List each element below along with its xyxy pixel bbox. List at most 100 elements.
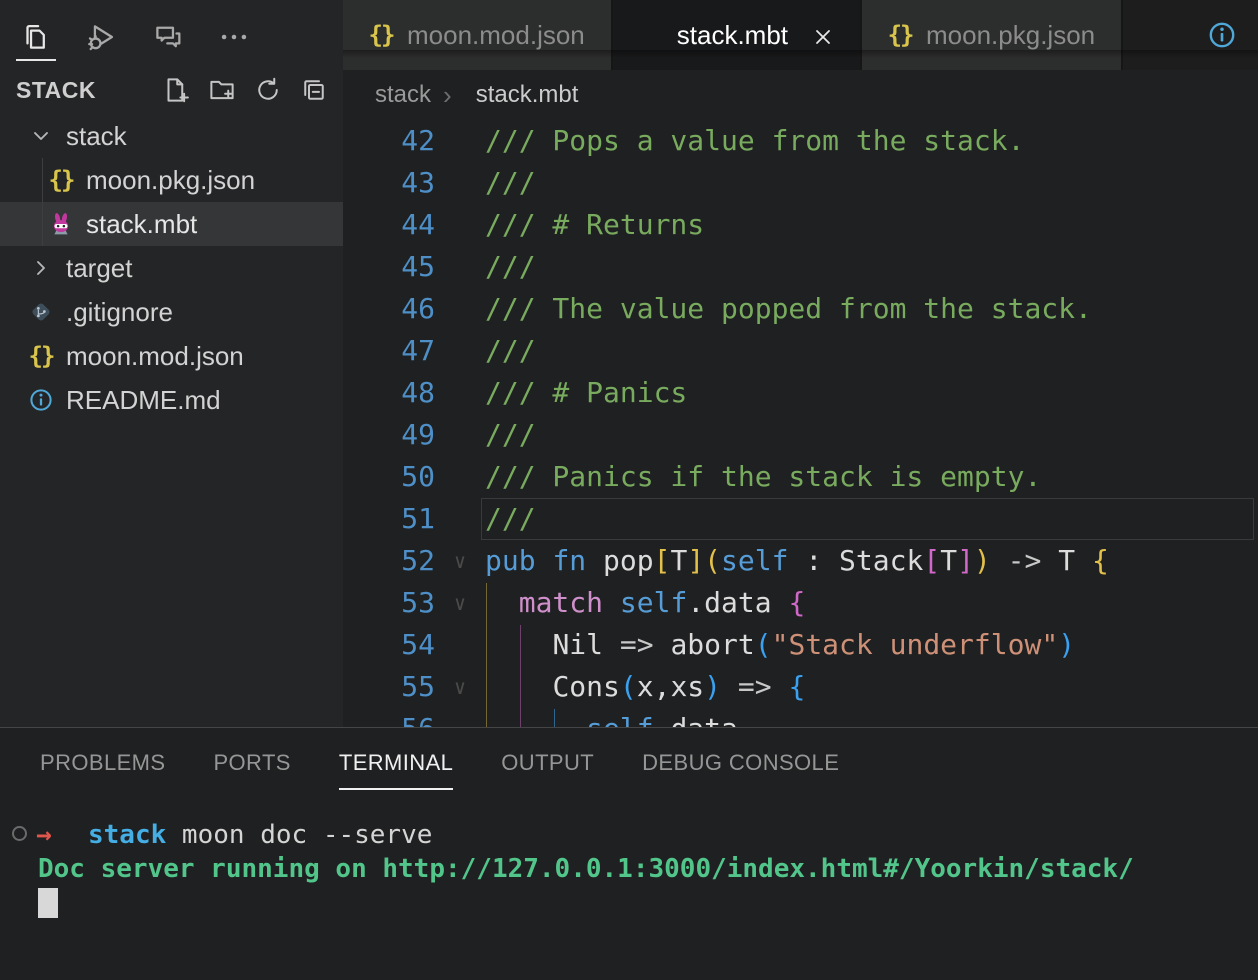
refresh-button[interactable] — [253, 75, 283, 105]
panel-tab-output[interactable]: OUTPUT — [501, 750, 594, 790]
code-text: /// — [485, 330, 1258, 372]
code-line-43[interactable]: 43/// — [343, 162, 1258, 204]
folder-row-target[interactable]: target — [0, 246, 343, 290]
fold-chevron-icon[interactable]: ∨ — [435, 540, 485, 582]
fold-gutter — [435, 372, 485, 414]
file-row-moon-pkg-json[interactable]: {}moon.pkg.json — [0, 158, 343, 202]
git-icon — [29, 300, 53, 324]
tab-label: moon.pkg.json — [926, 20, 1095, 51]
code-line-45[interactable]: 45 /// — [343, 246, 1258, 288]
breadcrumb-file[interactable]: stack.mbt — [476, 81, 579, 109]
editor-group: {}moon.mod.jsonstack.mbt{}moon.pkg.json … — [343, 0, 1258, 727]
code-line-54[interactable]: 54 Nil => abort("Stack underflow") — [343, 624, 1258, 666]
terminal-output[interactable]: Doc server running on http://127.0.0.1:3… — [38, 852, 1134, 886]
tab-stack-mbt[interactable]: stack.mbt — [613, 0, 862, 70]
new-file-button[interactable] — [161, 75, 191, 105]
folder-row-stack[interactable]: stack — [0, 114, 343, 158]
code-line-56[interactable]: 56 self.data — [343, 708, 1258, 727]
code-text: /// — [485, 414, 1258, 456]
code-line-55[interactable]: 55∨ Cons(x,xs) => { — [343, 666, 1258, 708]
activity-item-explorer[interactable] — [16, 15, 56, 59]
code-line-42[interactable]: 42/// Pops a value from the stack. — [343, 120, 1258, 162]
tab-moon-mod-json[interactable]: {}moon.mod.json — [343, 0, 613, 70]
code-text: match self.data { — [485, 582, 1258, 624]
terminal-command: moon doc --serve — [166, 820, 432, 850]
line-number: 45 — [343, 246, 435, 288]
prompt-arrow-icon: → — [36, 818, 52, 852]
info-icon — [1208, 21, 1236, 49]
file-label: target — [66, 253, 133, 284]
activity-item-comments[interactable] — [148, 15, 188, 59]
file-label: stack — [66, 121, 127, 152]
breadcrumb-folder[interactable]: stack — [375, 81, 431, 109]
indent-guide-magenta — [520, 625, 521, 727]
collapse-all-button[interactable] — [299, 75, 329, 105]
panel-tab-problems[interactable]: PROBLEMS — [40, 750, 165, 790]
code-line-47[interactable]: 47 /// — [343, 330, 1258, 372]
file-label: moon.mod.json — [66, 341, 244, 372]
code-text: /// — [485, 498, 1258, 540]
code-text: /// — [485, 246, 1258, 288]
code-line-49[interactable]: 49/// — [343, 414, 1258, 456]
new-file-icon — [161, 75, 191, 105]
tree-indent-guide — [42, 158, 43, 246]
terminal-cwd: stack — [88, 820, 166, 850]
file-row--gitignore[interactable]: .gitignore — [0, 290, 343, 334]
info-icon — [29, 388, 53, 412]
command-decoration-icon[interactable] — [12, 826, 27, 841]
breadcrumb: stack › stack.mbt — [343, 70, 1258, 120]
panel-tab-ports[interactable]: PORTS — [213, 750, 290, 790]
panel-tab-debug-console[interactable]: DEBUG CONSOLE — [642, 750, 839, 790]
line-number: 47 — [343, 330, 435, 372]
file-row-readme-md[interactable]: README.md — [0, 378, 343, 422]
file-label: stack.mbt — [86, 209, 197, 240]
code-line-50[interactable]: 50 /// Panics if the stack is empty. — [343, 456, 1258, 498]
code-line-53[interactable]: 53∨ match self.data { — [343, 582, 1258, 624]
tab-moon-pkg-json[interactable]: {}moon.pkg.json — [862, 0, 1123, 70]
code-text: /// Panics if the stack is empty. — [485, 456, 1258, 498]
line-number: 56 — [343, 708, 435, 727]
file-tree: stack {}moon.pkg.json stack.mbt target .giti… — [0, 114, 343, 422]
code-text: pub fn pop[T](self : Stack[T]) -> T { — [485, 540, 1258, 582]
fold-gutter — [435, 624, 485, 666]
line-number: 55 — [343, 666, 435, 708]
fold-chevron-icon[interactable]: ∨ — [435, 666, 485, 708]
code-text: /// — [485, 162, 1258, 204]
refresh-icon — [253, 75, 283, 105]
json-braces-icon: {} — [29, 342, 54, 370]
code-line-46[interactable]: 46/// The value popped from the stack. — [343, 288, 1258, 330]
code-text: self.data — [485, 708, 1258, 727]
code-line-52[interactable]: 52∨pub fn pop[T](self : Stack[T]) -> T { — [343, 540, 1258, 582]
fold-chevron-icon[interactable]: ∨ — [435, 582, 485, 624]
new-folder-icon — [207, 75, 237, 105]
code-line-51[interactable]: 51/// — [343, 498, 1258, 540]
explorer-actions — [161, 75, 329, 105]
activity-item-more[interactable] — [214, 15, 254, 59]
chevron-right-icon — [29, 256, 53, 280]
file-row-stack-mbt[interactable]: stack.mbt — [0, 202, 343, 246]
debug-icon — [85, 20, 119, 54]
editor-action-info-button[interactable] — [1208, 0, 1258, 70]
fold-gutter — [435, 414, 485, 456]
bottom-panel: PROBLEMS PORTS TERMINAL OUTPUT DEBUG CONSOLE… — [0, 727, 1258, 980]
sidebar: STACK stack {}moon.pkg.json stack.mbt targe… — [0, 0, 343, 727]
code-editor[interactable]: 42/// Pops a value from the stack.43///4… — [343, 120, 1258, 727]
code-text: /// # Panics — [485, 372, 1258, 414]
new-folder-button[interactable] — [207, 75, 237, 105]
fold-gutter — [435, 162, 485, 204]
tabbar-empty-space — [1123, 0, 1208, 70]
line-number: 50 — [343, 456, 435, 498]
fold-gutter — [435, 120, 485, 162]
file-row-moon-mod-json[interactable]: {} moon.mod.json — [0, 334, 343, 378]
json-braces-icon: {} — [49, 166, 74, 194]
activity-item-run-debug[interactable] — [82, 15, 122, 59]
code-line-48[interactable]: 48 /// # Panics — [343, 372, 1258, 414]
explorer-title: STACK — [16, 77, 96, 104]
line-number: 48 — [343, 372, 435, 414]
panel-tab-terminal[interactable]: TERMINAL — [339, 750, 453, 790]
close-icon[interactable] — [812, 24, 834, 46]
indent-guide-blue — [554, 709, 555, 727]
line-number: 54 — [343, 624, 435, 666]
collapse-icon — [299, 75, 329, 105]
code-line-44[interactable]: 44/// # Returns — [343, 204, 1258, 246]
